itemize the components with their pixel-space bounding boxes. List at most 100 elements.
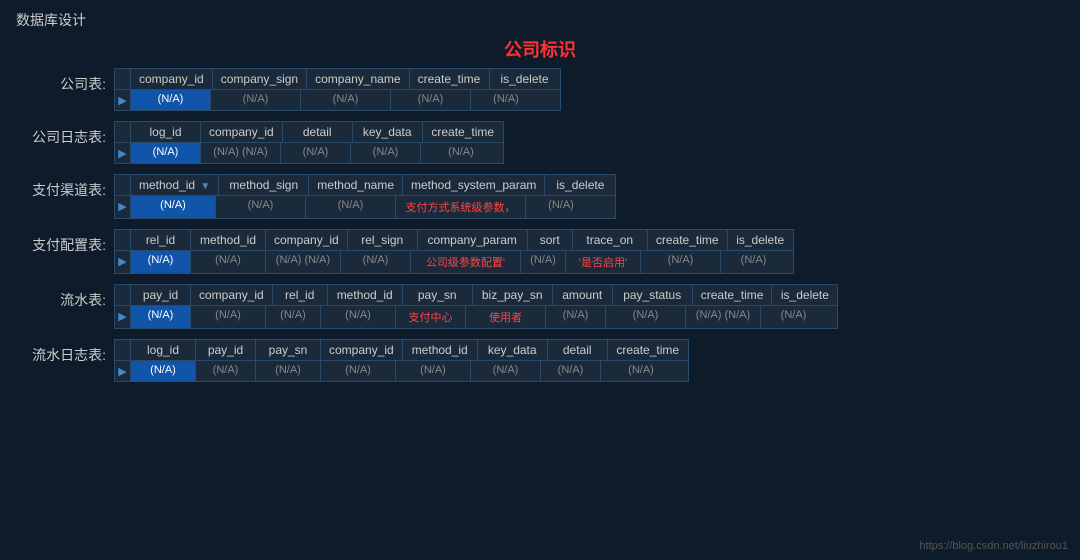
data-cell-2-0: (N/A): [131, 196, 216, 218]
data-cell-5-6: (N/A): [541, 361, 601, 381]
pk-arrow-3: ▶: [115, 251, 131, 273]
col-header-5-3: company_id: [321, 340, 403, 360]
data-cell-4-0: (N/A): [131, 306, 191, 328]
col-header-3-3: rel_sign: [348, 230, 418, 250]
col-header-3-8: is_delete: [728, 230, 793, 250]
col-header-3-2: company_id: [266, 230, 348, 250]
col-header-2-3: method_system_param: [403, 175, 545, 195]
section-label-0: 公司表:: [16, 68, 106, 94]
db-table-1: log_idcompany_iddetailkey_datacreate_tim…: [114, 121, 504, 164]
data-cell-3-1: (N/A): [191, 251, 266, 273]
data-cell-4-6: (N/A): [546, 306, 606, 328]
data-cell-3-3: (N/A): [341, 251, 411, 273]
data-cell-5-4: (N/A): [396, 361, 471, 381]
data-cell-3-4: 公司级参数配置': [411, 251, 521, 273]
arrow-icon: ▶: [118, 148, 126, 160]
col-header-3-7: create_time: [648, 230, 728, 250]
pk-arrow-4: ▶: [115, 306, 131, 328]
data-cell-4-4: 支付中心: [396, 306, 466, 328]
data-cell-3-0: (N/A): [131, 251, 191, 273]
section-label-5: 流水日志表:: [16, 339, 106, 365]
data-cell-5-0: (N/A): [131, 361, 196, 381]
table-section-4: 流水表: pay_idcompany_idrel_idmethod_idpay_s…: [16, 284, 1064, 329]
col-header-5-0: log_id: [131, 340, 196, 360]
col-header-4-2: rel_id: [273, 285, 328, 305]
data-cell-3-2: (N/A) (N/A): [266, 251, 341, 273]
data-cell-5-2: (N/A): [256, 361, 321, 381]
data-cell-3-5: (N/A): [521, 251, 566, 273]
col-header-2-2: method_name: [309, 175, 403, 195]
pk-indicator-1: [115, 122, 131, 142]
col-header-4-0: pay_id: [131, 285, 191, 305]
section-label-3: 支付配置表:: [16, 229, 106, 255]
col-header-4-6: amount: [553, 285, 613, 305]
db-table-0: company_idcompany_signcompany_namecreate…: [114, 68, 561, 111]
data-cell-5-5: (N/A): [471, 361, 541, 381]
col-header-4-3: method_id: [328, 285, 403, 305]
data-cell-1-1: (N/A) (N/A): [201, 143, 281, 163]
col-header-1-4: create_time: [423, 122, 503, 142]
data-cell-3-7: (N/A): [641, 251, 721, 273]
table-section-1: 公司日志表: log_idcompany_iddetailkey_datacrea…: [16, 121, 1064, 164]
col-header-4-7: pay_status: [613, 285, 693, 305]
data-cell-4-8: (N/A) (N/A): [686, 306, 761, 328]
col-header-1-2: detail: [283, 122, 353, 142]
data-cell-0-4: (N/A): [471, 90, 541, 110]
data-cell-2-2: (N/A): [306, 196, 396, 218]
data-cell-4-2: (N/A): [266, 306, 321, 328]
section-label-4: 流水表:: [16, 284, 106, 310]
pk-arrow-0: ▶: [115, 90, 131, 110]
data-cell-0-2: (N/A): [301, 90, 391, 110]
col-header-3-0: rel_id: [131, 230, 191, 250]
data-cell-3-6: '是否启用': [566, 251, 641, 273]
col-header-1-1: company_id: [201, 122, 283, 142]
col-header-3-1: method_id: [191, 230, 266, 250]
pk-indicator-3: [115, 230, 131, 250]
col-header-3-5: sort: [528, 230, 573, 250]
pk-arrow-5: ▶: [115, 361, 131, 381]
data-cell-2-4: (N/A): [526, 196, 596, 218]
pk-indicator-2: [115, 175, 131, 195]
pk-indicator-4: [115, 285, 131, 305]
table-section-3: 支付配置表:rel_idmethod_idcompany_idrel_signc…: [16, 229, 1064, 274]
pk-indicator-0: [115, 69, 131, 89]
watermark: https://blog.csdn.net/liuzhirou1: [919, 540, 1068, 552]
dropdown-icon: ▼: [200, 181, 210, 192]
col-header-4-5: biz_pay_sn: [473, 285, 553, 305]
col-header-2-4: is_delete: [545, 175, 615, 195]
col-header-5-5: key_data: [478, 340, 548, 360]
col-header-5-2: pay_sn: [256, 340, 321, 360]
data-cell-2-1: (N/A): [216, 196, 306, 218]
data-cell-1-3: (N/A): [351, 143, 421, 163]
data-cell-4-7: (N/A): [606, 306, 686, 328]
data-cell-5-7: (N/A): [601, 361, 681, 381]
pk-arrow-2: ▶: [115, 196, 131, 218]
col-header-3-4: company_param: [418, 230, 528, 250]
data-cell-4-1: (N/A): [191, 306, 266, 328]
data-cell-4-9: (N/A): [761, 306, 826, 328]
col-header-0-4: is_delete: [490, 69, 560, 89]
pk-arrow-1: ▶: [115, 143, 131, 163]
col-header-2-1: method_sign: [219, 175, 309, 195]
arrow-icon: ▶: [118, 366, 126, 378]
data-cell-4-5: 使用者: [466, 306, 546, 328]
data-cell-0-3: (N/A): [391, 90, 471, 110]
data-cell-1-0: (N/A): [131, 143, 201, 163]
db-table-5: log_idpay_idpay_sncompany_idmethod_idkey…: [114, 339, 689, 382]
db-table-4: pay_idcompany_idrel_idmethod_idpay_snbiz…: [114, 284, 838, 329]
data-cell-1-4: (N/A): [421, 143, 501, 163]
col-header-0-3: create_time: [410, 69, 490, 89]
data-cell-2-3: 支付方式系统级参数，: [396, 196, 526, 218]
arrow-icon: ▶: [118, 201, 126, 213]
arrow-icon: ▶: [118, 256, 126, 268]
col-header-0-0: company_id: [131, 69, 213, 89]
arrow-icon: ▶: [118, 311, 126, 323]
table-section-0: 公司表: company_idcompany_signcompany_namecr…: [16, 68, 1064, 111]
col-header-5-6: detail: [548, 340, 608, 360]
col-header-5-4: method_id: [403, 340, 478, 360]
col-header-4-4: pay_sn: [403, 285, 473, 305]
db-table-2: method_id ▼method_signmethod_namemethod_…: [114, 174, 616, 219]
data-cell-0-0: (N/A): [131, 90, 211, 110]
section-label-1: 公司日志表:: [16, 121, 106, 147]
col-header-4-8: create_time: [693, 285, 773, 305]
